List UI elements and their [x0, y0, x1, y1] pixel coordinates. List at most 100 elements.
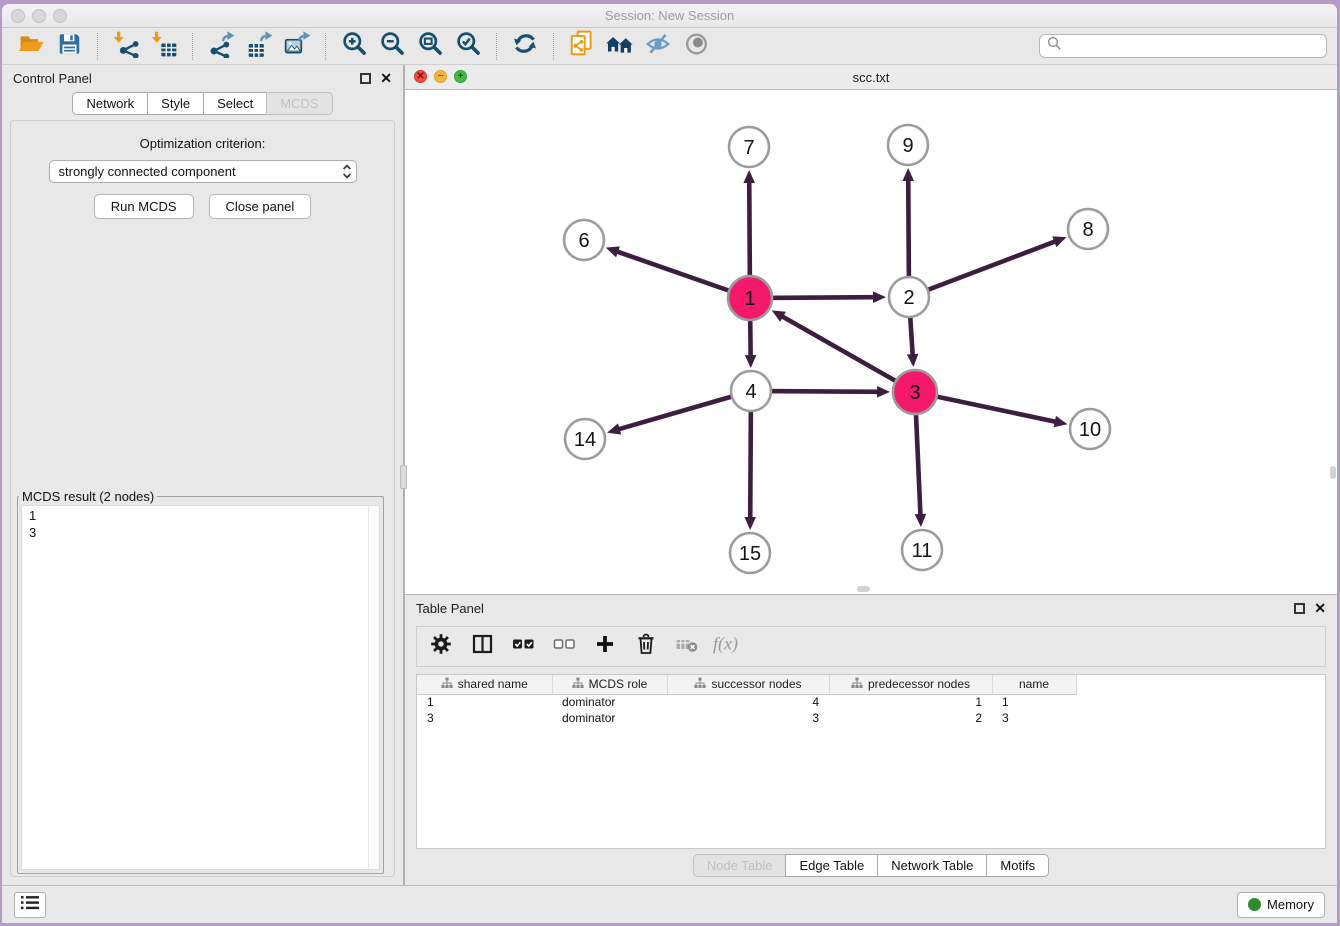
zoom-in-icon	[341, 30, 368, 62]
fx-icon: f(x)	[711, 632, 745, 661]
network-canvas[interactable]: 7968124314101511	[405, 90, 1337, 594]
export-network-button[interactable]	[202, 31, 240, 62]
table-cell[interactable]: 1	[417, 694, 552, 710]
graph-node-label-1: 1	[744, 288, 755, 310]
show-columns-button[interactable]	[469, 634, 495, 660]
column-header-predecessor-nodes[interactable]: predecessor nodes	[829, 675, 992, 694]
first-neighbors-button[interactable]	[601, 31, 639, 62]
refresh-button[interactable]	[506, 31, 544, 62]
table-cell[interactable]: 3	[992, 710, 1076, 726]
hide-selected-button[interactable]	[639, 31, 677, 62]
table-cell[interactable]: 4	[667, 694, 829, 710]
function-builder-button: f(x)	[715, 634, 741, 660]
network-view-window: ✕ − + scc.txt 7968124314101511	[405, 65, 1337, 594]
close-table-panel-icon[interactable]: ✕	[1314, 603, 1326, 614]
open-session-button[interactable]	[12, 31, 50, 62]
titlebar: Session: New Session	[2, 4, 1337, 28]
column-header-MCDS-role[interactable]: MCDS role	[552, 675, 667, 694]
table-row[interactable]: 3dominator323	[417, 710, 1076, 726]
edge-2-8[interactable]	[909, 241, 1056, 297]
optimization-criterion-label: Optimization criterion:	[140, 136, 266, 151]
delete-table-icon	[675, 632, 699, 661]
column-header-successor-nodes[interactable]: successor nodes	[667, 675, 829, 694]
duplicate-network-button[interactable]	[563, 31, 601, 62]
network-close-icon[interactable]: ✕	[414, 70, 427, 83]
vertical-scroll-thumb[interactable]	[1330, 466, 1336, 479]
tab-mcds[interactable]: MCDS	[266, 92, 332, 115]
task-history-button[interactable]	[14, 892, 46, 918]
tree-icon	[694, 677, 706, 692]
minimize-window-icon[interactable]	[32, 9, 46, 23]
table-tab-motifs[interactable]: Motifs	[986, 854, 1049, 877]
maximize-window-icon[interactable]	[53, 9, 67, 23]
import-network-button[interactable]	[107, 31, 145, 62]
table-panel-tabs: Node TableEdge TableNetwork TableMotifs	[405, 849, 1337, 881]
graph-node-label-14: 14	[574, 429, 596, 451]
network-maximize-icon[interactable]: +	[454, 70, 467, 83]
tab-network[interactable]: Network	[72, 92, 148, 115]
table-cell[interactable]: 3	[417, 710, 552, 726]
select-all-columns-button[interactable]	[510, 634, 536, 660]
criterion-select[interactable]: strongly connected component	[49, 160, 357, 183]
mcds-result-text: 1 3	[22, 506, 379, 541]
status-bar: Memory	[2, 885, 1337, 923]
create-column-button[interactable]	[592, 634, 618, 660]
table-cell[interactable]: dominator	[552, 710, 667, 726]
column-header-name[interactable]: name	[992, 675, 1076, 694]
result-scrollbar[interactable]	[368, 506, 379, 869]
edge-arrowhead-4-14	[607, 423, 621, 434]
table-cell[interactable]: 1	[829, 694, 992, 710]
close-panel-icon[interactable]: ✕	[380, 73, 392, 84]
show-all-button[interactable]	[677, 31, 715, 62]
save-icon	[56, 31, 83, 62]
table-cell[interactable]: 2	[829, 710, 992, 726]
memory-button-label: Memory	[1267, 897, 1314, 912]
column-header-shared-name[interactable]: shared name	[417, 675, 552, 694]
export-image-button[interactable]	[278, 31, 316, 62]
hide-selected-icon	[644, 31, 672, 62]
table-tab-node-table[interactable]: Node Table	[693, 854, 787, 877]
mcds-result-textarea[interactable]: 1 3	[21, 505, 380, 870]
graph-node-label-7: 7	[743, 137, 754, 159]
zoom-fit-button[interactable]	[411, 31, 449, 62]
search-box[interactable]	[1039, 34, 1327, 58]
table-mode-button[interactable]	[428, 634, 454, 660]
memory-button[interactable]: Memory	[1237, 892, 1325, 918]
zoom-selected-button[interactable]	[449, 31, 487, 62]
float-table-panel-icon[interactable]	[1294, 603, 1305, 614]
export-network-icon	[207, 30, 236, 63]
run-mcds-button[interactable]: Run MCDS	[94, 194, 194, 219]
horizontal-scroll-thumb[interactable]	[857, 586, 870, 592]
trash-icon	[634, 632, 658, 661]
zoom-selected-icon	[455, 30, 482, 62]
table-cell[interactable]: 1	[992, 694, 1076, 710]
save-session-button[interactable]	[50, 31, 88, 62]
float-panel-icon[interactable]	[360, 73, 371, 84]
export-table-button[interactable]	[240, 31, 278, 62]
search-input[interactable]	[1066, 39, 1319, 54]
tab-select[interactable]: Select	[203, 92, 267, 115]
import-table-button[interactable]	[145, 31, 183, 62]
unselect-all-columns-button[interactable]	[551, 634, 577, 660]
table-cell[interactable]: 3	[667, 710, 829, 726]
edge-arrowhead-3-10	[1054, 416, 1068, 427]
network-minimize-icon[interactable]: −	[434, 70, 447, 83]
edge-arrowhead-1-2	[873, 291, 886, 303]
table-row[interactable]: 1dominator411	[417, 694, 1076, 710]
panel-divider-handle[interactable]	[400, 465, 407, 489]
import-network-icon	[112, 30, 141, 63]
zoom-in-button[interactable]	[335, 31, 373, 62]
table-tab-network-table[interactable]: Network Table	[877, 854, 987, 877]
edge-arrowhead-4-3	[877, 386, 890, 398]
control-panel-tabs: NetworkStyleSelectMCDS	[2, 92, 403, 115]
close-panel-button[interactable]: Close panel	[209, 194, 312, 219]
tab-style[interactable]: Style	[147, 92, 204, 115]
network-window-title: scc.txt	[405, 70, 1337, 85]
zoom-out-button[interactable]	[373, 31, 411, 62]
table-toolbar: f(x)	[416, 626, 1326, 667]
close-window-icon[interactable]	[11, 9, 25, 23]
delete-columns-button[interactable]	[633, 634, 659, 660]
table-cell[interactable]: dominator	[552, 694, 667, 710]
tree-icon	[572, 677, 584, 692]
table-tab-edge-table[interactable]: Edge Table	[785, 854, 878, 877]
